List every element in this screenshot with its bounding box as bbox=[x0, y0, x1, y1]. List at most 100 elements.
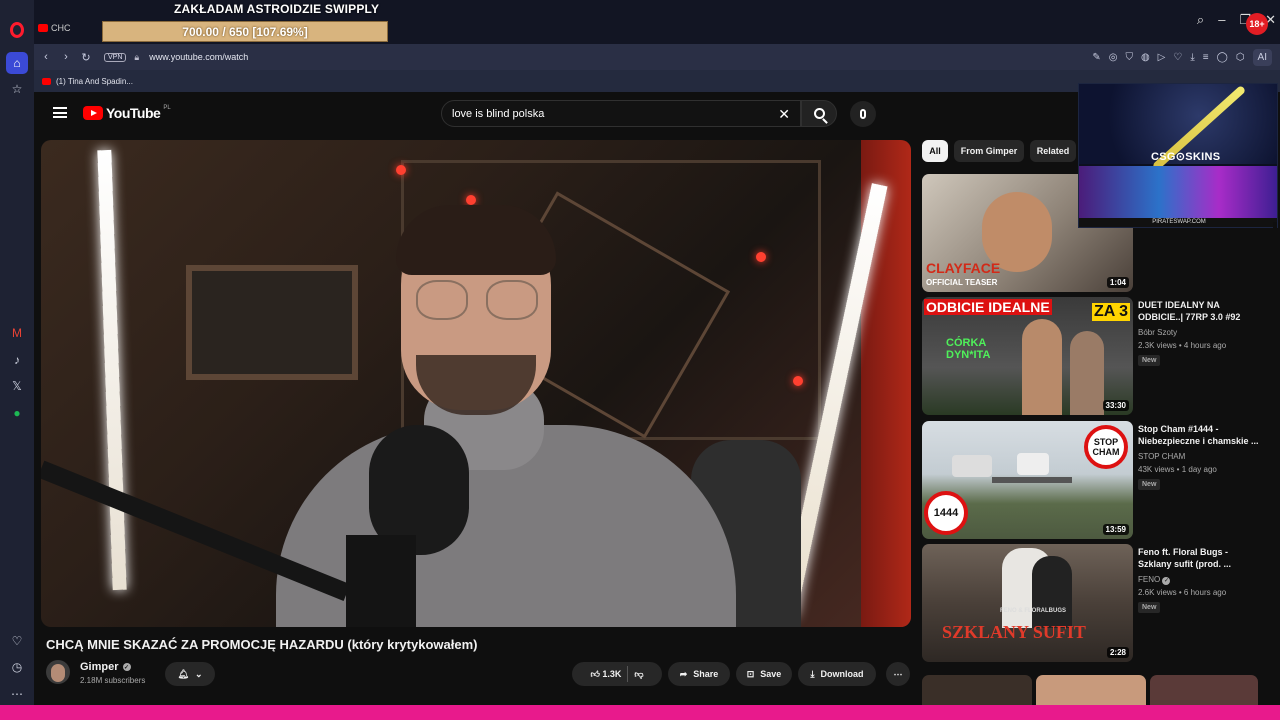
youtube-logo[interactable]: YouTube PL bbox=[83, 105, 171, 121]
search-button[interactable] bbox=[801, 100, 837, 127]
new-badge: New bbox=[1138, 602, 1161, 613]
ad-brand-text: CSG⊙SKINS bbox=[1151, 151, 1221, 163]
voice-search-button[interactable] bbox=[850, 101, 876, 127]
more-icon[interactable]: ⋯ bbox=[6, 683, 28, 705]
clear-search-icon[interactable]: ✕ bbox=[778, 106, 790, 123]
age-restriction-badge: 18+ bbox=[1246, 13, 1268, 35]
thumbnail-text: SZKLANY SUFIT bbox=[942, 622, 1086, 642]
adblock-icon[interactable]: ◍ bbox=[1141, 52, 1150, 63]
channel-name-text: Gimper bbox=[80, 661, 119, 673]
thumbnail-subtext: OFFICIAL TEASER bbox=[926, 278, 998, 287]
subscriber-count: 2.18M subscribers bbox=[80, 676, 146, 685]
youtube-bookmark-icon bbox=[42, 77, 51, 85]
thumbnail-text: CLAYFACE bbox=[926, 260, 1001, 276]
bookmark-item[interactable]: (1) Tina And Spadin... bbox=[56, 77, 133, 86]
gmail-icon[interactable]: M bbox=[6, 322, 28, 344]
history-icon[interactable]: ◷ bbox=[6, 657, 28, 679]
menu-lines-icon[interactable]: ≡ bbox=[1203, 52, 1209, 63]
like-dislike-group: 👍︎ 1.3K 👎︎ bbox=[572, 662, 662, 686]
profile-icon[interactable]: ◯ bbox=[1217, 52, 1228, 63]
share-button[interactable]: ➦ Share bbox=[668, 662, 730, 686]
back-icon[interactable]: ‹ bbox=[36, 51, 56, 63]
related-meta: 2.3K views • 4 hours ago bbox=[1138, 341, 1227, 350]
channel-avatar[interactable] bbox=[46, 660, 70, 684]
dislike-icon[interactable]: 👎︎ bbox=[634, 669, 643, 680]
more-actions-icon[interactable]: ⋯ bbox=[886, 662, 910, 686]
related-thumbnail-partial[interactable] bbox=[1036, 675, 1146, 705]
related-title[interactable]: DUET IDEALNY NA ODBICIE..| 77RP 3.0 #92 bbox=[1138, 299, 1262, 323]
chip-from-channel[interactable]: From Gimper bbox=[954, 140, 1024, 162]
reload-icon[interactable]: ↻ bbox=[76, 51, 96, 64]
ad-footer-text: PIRATESWAP.COM bbox=[1079, 218, 1277, 227]
youtube-play-icon bbox=[83, 106, 103, 120]
browser-tab[interactable]: CHC bbox=[38, 20, 72, 36]
video-thumbnail[interactable]: ODBICIE IDEALNE ZA 3 CÓRKA DYN*ITA 33:30 bbox=[922, 297, 1133, 415]
hamburger-menu-icon[interactable] bbox=[53, 107, 67, 118]
video-thumbnail[interactable]: FENO & FLORALBUGS SZKLANY SUFIT 2:28 bbox=[922, 544, 1133, 662]
related-video[interactable]: FENO & FLORALBUGS SZKLANY SUFIT 2:28 Fen… bbox=[922, 544, 1262, 662]
thumbnail-subtext: FENO & FLORALBUGS bbox=[1000, 608, 1066, 614]
download-toolbar-icon[interactable]: ⤓ bbox=[1190, 52, 1194, 63]
stream-goal-bar: 700.00 / 650 [107.69%] bbox=[102, 21, 388, 42]
tab-label: CHC bbox=[51, 23, 71, 33]
save-button[interactable]: ⊡ Save bbox=[736, 662, 792, 686]
ai-button[interactable]: AI bbox=[1252, 48, 1272, 66]
thumbnail-car bbox=[952, 455, 992, 477]
heart-icon[interactable]: ♡ bbox=[6, 630, 28, 652]
search-input[interactable]: love is blind polska ✕ bbox=[441, 100, 801, 127]
chip-all[interactable]: All bbox=[922, 140, 948, 162]
opera-logo-icon[interactable] bbox=[10, 22, 24, 38]
chip-related[interactable]: Related bbox=[1030, 140, 1076, 162]
url-field[interactable]: www.youtube.com/watch bbox=[149, 52, 248, 62]
new-badge: New bbox=[1138, 479, 1161, 490]
play-icon[interactable]: ▷ bbox=[1158, 52, 1166, 63]
related-video[interactable]: ODBICIE IDEALNE ZA 3 CÓRKA DYN*ITA 33:30… bbox=[922, 297, 1262, 415]
download-button[interactable]: ⤓ Download bbox=[798, 662, 876, 686]
search-query: love is blind polska bbox=[452, 107, 545, 120]
shield-icon[interactable]: ⛉ bbox=[1125, 52, 1133, 63]
related-thumbnail-partial[interactable] bbox=[922, 675, 1032, 705]
like-button[interactable]: 👍︎ 1.3K bbox=[590, 669, 621, 680]
tiktok-icon[interactable]: ♪ bbox=[6, 349, 28, 371]
related-title[interactable]: Stop Cham #1444 - Niebezpieczne i chamsk… bbox=[1138, 423, 1262, 447]
video-thumbnail[interactable]: STOP CHAM 1444 13:59 bbox=[922, 421, 1133, 539]
related-meta: 43K views • 1 day ago bbox=[1138, 465, 1217, 474]
address-bar: ‹ › ↻ VPN 🔒︎ www.youtube.com/watch ✎ ◎ ⛉… bbox=[34, 44, 1280, 70]
heart-toolbar-icon[interactable]: ♡ bbox=[1173, 52, 1182, 63]
minimize-icon[interactable]: – bbox=[1218, 12, 1225, 28]
search-icon bbox=[813, 108, 825, 119]
home-icon[interactable]: ⌂ bbox=[6, 51, 28, 74]
vpn-badge[interactable]: VPN bbox=[104, 52, 127, 62]
related-title[interactable]: Feno ft. Floral Bugs - Szklany sufit (pr… bbox=[1138, 546, 1262, 570]
cube-icon[interactable]: ⬡ bbox=[1236, 52, 1245, 63]
red-light bbox=[793, 376, 803, 386]
related-channel[interactable]: FENO ✓ bbox=[1138, 575, 1171, 585]
notification-bell-button[interactable]: 🔔︎ ⌄ bbox=[165, 662, 215, 686]
verified-check-icon: ✓ bbox=[1162, 576, 1171, 585]
microphone-icon bbox=[860, 109, 866, 119]
bell-icon: 🔔︎ bbox=[177, 668, 189, 679]
related-channel[interactable]: STOP CHAM bbox=[1138, 452, 1185, 461]
country-code: PL bbox=[163, 105, 171, 111]
sponsor-ad-overlay[interactable]: CSG⊙SKINS PIRATESWAP.COM bbox=[1078, 83, 1278, 228]
x-twitter-icon[interactable]: 𝕏 bbox=[6, 375, 28, 397]
search-tabs-icon[interactable]: ⌕ bbox=[1197, 12, 1204, 28]
channel-name[interactable]: Gimper ✓ bbox=[80, 661, 131, 673]
edit-icon[interactable]: ✎ bbox=[1092, 52, 1100, 63]
related-channel[interactable]: Bóbr Szoty bbox=[1138, 328, 1177, 337]
like-separator bbox=[627, 666, 629, 682]
lock-icon[interactable]: 🔒︎ bbox=[134, 52, 139, 63]
share-label: Share bbox=[693, 669, 719, 679]
ai-label: AI bbox=[1257, 51, 1267, 63]
spotify-icon[interactable]: ● bbox=[6, 402, 28, 424]
speed-dial-icon[interactable]: ☆ bbox=[6, 79, 28, 101]
bookmark-icon: ⊡ bbox=[746, 668, 755, 679]
video-player[interactable] bbox=[41, 140, 911, 627]
forward-icon[interactable]: › bbox=[56, 51, 76, 63]
related-video[interactable]: STOP CHAM 1444 13:59 Stop Cham #1444 - N… bbox=[922, 421, 1262, 539]
youtube-favicon-icon bbox=[38, 24, 48, 32]
related-thumbnail-partial[interactable] bbox=[1150, 675, 1258, 705]
page-scrollbar[interactable] bbox=[1273, 222, 1277, 692]
camera-icon[interactable]: ◎ bbox=[1109, 52, 1118, 63]
neon-light-left bbox=[97, 149, 127, 591]
